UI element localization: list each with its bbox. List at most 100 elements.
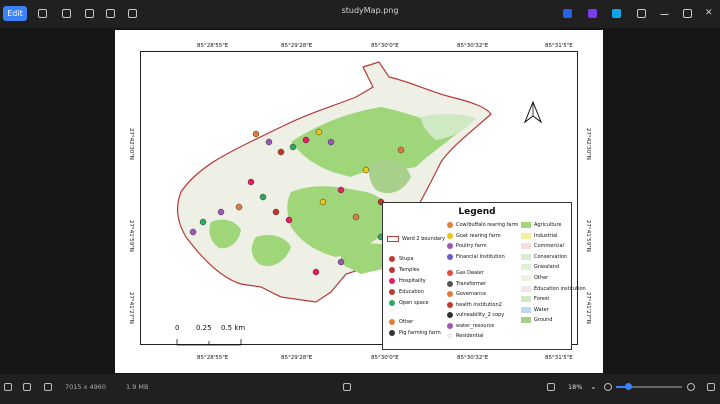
edit-label: Edit	[7, 9, 23, 18]
legend-col2-item: Poultry farm	[456, 243, 487, 249]
coord-top-4: 85°30'32"E	[457, 43, 489, 49]
legend-col3-item: Water	[534, 306, 549, 313]
coord-bottom-3: 85°30'0"E	[371, 355, 399, 361]
legend-col2-symbol	[447, 333, 453, 339]
scale-zero: 0	[175, 324, 180, 332]
legend-col3-swatch	[521, 222, 531, 228]
coord-bottom-2: 85°29'28"E	[281, 355, 313, 361]
delete-icon[interactable]	[106, 9, 115, 18]
coord-bottom-4: 85°30'32"E	[457, 355, 489, 361]
zoom-slider-knob[interactable]	[624, 383, 632, 390]
legend-col2-item: Goat rearing farm	[456, 232, 501, 239]
legend-col1-item: Open space	[399, 300, 429, 306]
legend-col1-item: Stupa	[399, 256, 414, 262]
app-icon-cyan[interactable]	[612, 9, 621, 18]
legend-title: Legend	[458, 207, 496, 217]
favorite-icon[interactable]	[85, 9, 94, 18]
zoom-in-icon[interactable]	[687, 383, 695, 391]
legend-col2-symbol	[447, 291, 453, 297]
zoom-level: 18%	[568, 383, 583, 391]
window-title: studyMap.png	[341, 6, 399, 15]
rotate-icon[interactable]	[38, 9, 47, 18]
legend-col2-item: Governance	[456, 291, 487, 297]
legend-col1-item: Hospitality	[399, 278, 426, 284]
legend-col1-symbol	[389, 256, 395, 262]
legend-col2-symbol	[447, 232, 453, 239]
map-image: 85°28'55"E 85°29'28"E 85°30'0"E 85°30'32…	[115, 30, 603, 373]
zoom-slider[interactable]	[616, 383, 682, 390]
legend-col2-symbol	[447, 280, 453, 287]
zoom-out-icon[interactable]	[604, 383, 612, 391]
coord-top-5: 85°31'5"E	[545, 43, 573, 49]
legend-col2-item: Transformer	[456, 280, 487, 287]
coord-right-1: 27°42'30"N	[585, 128, 591, 160]
maximize-icon[interactable]	[683, 9, 692, 18]
legend-col1-symbol	[389, 267, 395, 273]
fullscreen-icon[interactable]	[707, 383, 715, 391]
legend-col2-item: health institution2	[456, 301, 502, 308]
fit-screen-icon[interactable]	[343, 383, 351, 391]
legend-col2-symbol	[447, 243, 453, 249]
legend-col3-swatch	[521, 317, 531, 324]
legend-col3-swatch	[521, 264, 531, 271]
legend-col3-item: Education institution	[534, 285, 586, 292]
title-bar: Edit studyMap.png ✕	[0, 0, 720, 28]
map-legend: Legend Ward 2 boundary Stupa Temples Hospi…	[382, 202, 586, 350]
legend-col2-symbol	[447, 253, 453, 260]
coord-top-3: 85°30'0"E	[371, 43, 399, 49]
scale-mid: 0.25	[196, 324, 212, 332]
file-size: 1.9 MB	[126, 383, 149, 391]
boundary-swatch	[387, 236, 399, 242]
legend-col2-symbol	[447, 312, 453, 318]
legend-col2-item: vulneability_2 copy	[456, 312, 505, 318]
coord-left-3: 27°41'27"N	[128, 292, 134, 324]
north-arrow-icon	[523, 100, 543, 124]
legend-col2-item: Residential	[456, 333, 484, 339]
app-icon-blue[interactable]	[563, 9, 572, 18]
minimize-icon[interactable]	[660, 9, 669, 15]
more-icon[interactable]	[637, 9, 646, 18]
legend-col1-item: Other	[399, 319, 414, 325]
edit-button[interactable]: Edit	[3, 6, 27, 21]
legend-col3-item: Industrial	[534, 232, 558, 239]
legend-col3-swatch	[521, 253, 531, 260]
coord-left-2: 27°41'59"N	[128, 220, 134, 252]
legend-col3-item: Grassland	[534, 264, 559, 271]
crop-icon[interactable]	[62, 9, 71, 18]
status-bar: 7015 x 4960 1.9 MB 18% ⌄	[0, 374, 720, 404]
slideshow-icon[interactable]	[547, 383, 555, 391]
legend-col2-symbol	[447, 270, 453, 276]
legend-col2-symbol	[447, 222, 453, 228]
coord-top-2: 85°29'28"E	[281, 43, 313, 49]
legend-boundary: Ward 2 boundary	[402, 236, 446, 242]
coord-right-2: 27°41'59"N	[585, 220, 591, 252]
legend-col2-item: Gas Dealer	[456, 270, 484, 276]
legend-col2-item: water_resource	[456, 322, 495, 329]
legend-col1-symbol	[389, 278, 395, 284]
legend-col1-symbol	[389, 330, 395, 336]
coord-left-1: 27°42'30"N	[128, 128, 134, 160]
info-icon[interactable]	[4, 383, 12, 391]
heart-icon[interactable]	[23, 383, 31, 391]
legend-col1-symbol	[389, 319, 395, 325]
close-icon[interactable]: ✕	[705, 9, 714, 18]
legend-col3-swatch	[521, 285, 531, 292]
scale-end: 0.5 km	[221, 324, 246, 332]
app-icon-purple[interactable]	[588, 9, 597, 18]
legend-col3-item: Other	[534, 275, 549, 281]
image-info-icon[interactable]	[44, 383, 52, 391]
coord-right-3: 27°41'27"N	[585, 292, 591, 324]
coord-bottom-1: 85°28'55"E	[197, 355, 229, 361]
legend-col3-swatch	[521, 296, 531, 303]
legend-col2-symbol	[447, 322, 453, 329]
print-icon[interactable]	[128, 9, 137, 18]
legend-col1-symbol	[389, 300, 395, 306]
chevron-down-icon[interactable]: ⌄	[590, 383, 598, 391]
coord-bottom-5: 85°31'5"E	[545, 355, 573, 361]
legend-col3-item: Commercial	[534, 243, 564, 250]
legend-col2-item: Cow/buffalo rearing farm	[456, 222, 519, 228]
legend-col3-item: Agriculture	[534, 222, 562, 228]
legend-col3-item: Conservation	[534, 253, 568, 260]
legend-col3-swatch	[521, 243, 531, 250]
coord-top-1: 85°28'55"E	[197, 43, 229, 49]
